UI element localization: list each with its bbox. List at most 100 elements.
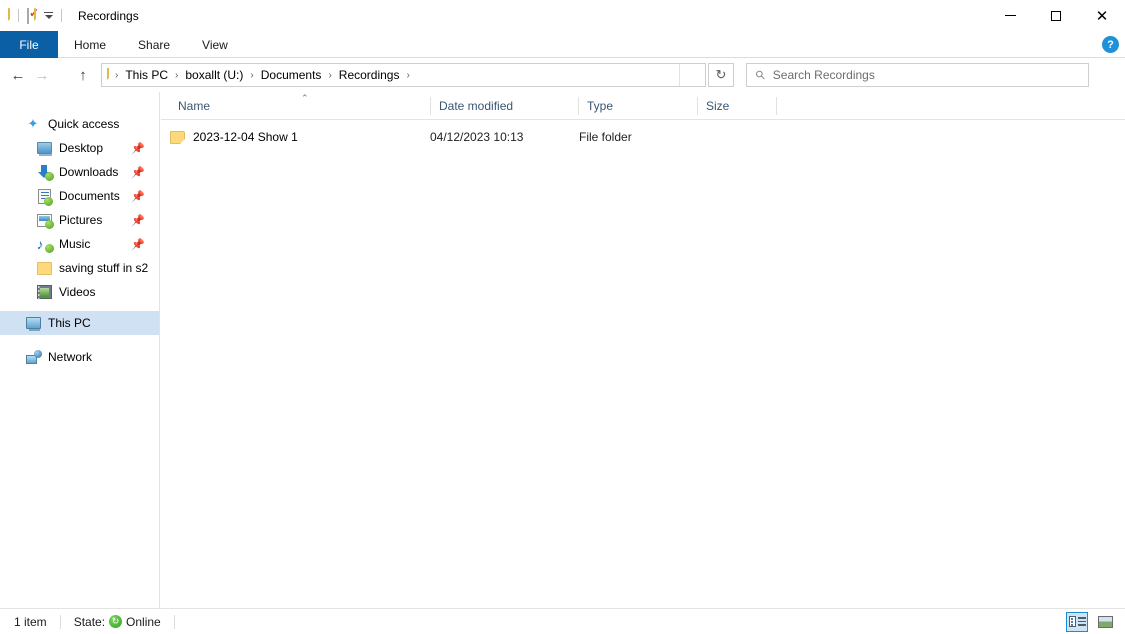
- pin-icon[interactable]: 📌: [131, 142, 145, 155]
- item-count-label: 1 item: [14, 615, 47, 629]
- search-box[interactable]: ⚲ Search Recordings: [746, 63, 1089, 87]
- toolbar-divider: [18, 9, 19, 22]
- view-buttons: [1066, 612, 1116, 632]
- close-button[interactable]: ✕: [1079, 0, 1125, 31]
- sidebar-item-quick-access[interactable]: ✦ Quick access: [0, 112, 159, 136]
- navigation-pane: ✦ Quick access Desktop 📌 Downloads 📌 Doc…: [0, 92, 160, 608]
- quick-access-toolbar: Recordings: [0, 9, 139, 23]
- sidebar-item-pictures[interactable]: Pictures 📌: [0, 208, 159, 232]
- sidebar-item-videos[interactable]: Videos: [0, 280, 159, 304]
- large-icons-view-icon: [1098, 616, 1113, 628]
- sidebar-item-label: Quick access: [48, 117, 119, 131]
- breadcrumb-item-recordings[interactable]: Recordings: [336, 68, 403, 82]
- sidebar-item-network[interactable]: Network: [0, 345, 159, 369]
- network-icon: [25, 349, 41, 365]
- sidebar-item-label: Pictures: [59, 213, 102, 227]
- column-header-size[interactable]: Size: [697, 92, 776, 119]
- toolbar-divider-2: [61, 9, 62, 22]
- file-type-cell: File folder: [579, 130, 632, 144]
- breadcrumb-separator-0: ›: [111, 70, 122, 81]
- file-date-modified-cell: 04/12/2023 10:13: [430, 130, 523, 144]
- sidebar-item-label: Desktop: [59, 141, 103, 155]
- table-row[interactable]: 2023-12-04 Show 1 04/12/2023 10:13 File …: [161, 124, 1125, 150]
- folder-icon: [170, 131, 185, 144]
- sidebar-item-desktop[interactable]: Desktop 📌: [0, 136, 159, 160]
- search-icon: ⚲: [752, 67, 768, 83]
- new-folder-icon[interactable]: [34, 9, 36, 23]
- ribbon-tab-bar: File Home Share View ⱟ ?: [0, 31, 1125, 58]
- tab-file[interactable]: File: [0, 31, 58, 58]
- status-bar: 1 item State: ↻ Online: [0, 608, 1125, 634]
- forward-button[interactable]: →: [30, 63, 54, 87]
- this-pc-icon: [25, 315, 41, 331]
- status-divider-2: [174, 615, 175, 629]
- state-value: Online: [126, 615, 161, 629]
- refresh-button[interactable]: ↻: [708, 63, 734, 87]
- back-button[interactable]: ←: [6, 63, 30, 87]
- up-button[interactable]: ↑: [71, 63, 95, 87]
- recent-locations-chevron-down-icon[interactable]: ⱟ: [54, 63, 71, 87]
- sidebar-item-music[interactable]: ♪ Music 📌: [0, 232, 159, 256]
- details-view-button[interactable]: [1066, 612, 1088, 632]
- tab-home[interactable]: Home: [58, 31, 122, 58]
- address-toolbar: ← → ⱟ ↑ › This PC › boxallt (U:) › Docum…: [0, 58, 1125, 92]
- properties-icon[interactable]: [27, 9, 29, 23]
- window-controls: ✕: [987, 0, 1125, 31]
- sidebar-item-documents[interactable]: Documents 📌: [0, 184, 159, 208]
- address-dropdown-chevron-down-icon[interactable]: ⱟ: [679, 64, 705, 86]
- file-name-cell[interactable]: 2023-12-04 Show 1: [170, 130, 298, 144]
- folder-icon: [36, 260, 52, 276]
- sidebar-item-label: saving stuff in s2: [59, 261, 148, 275]
- tab-view[interactable]: View: [186, 31, 244, 58]
- title-bar: Recordings ✕: [0, 0, 1125, 31]
- customize-quick-access-icon[interactable]: [43, 12, 53, 20]
- sidebar-item-downloads[interactable]: Downloads 📌: [0, 160, 159, 184]
- videos-icon: [36, 284, 52, 300]
- breadcrumb-item-boxallt-u[interactable]: boxallt (U:): [182, 68, 246, 82]
- sync-online-icon: ↻: [109, 615, 122, 628]
- music-icon: ♪: [36, 236, 52, 252]
- folder-icon[interactable]: [8, 9, 10, 23]
- address-folder-icon: [107, 68, 109, 82]
- pin-icon[interactable]: 📌: [131, 166, 145, 179]
- file-list-pane: Name ⌃ Date modified Type Size 2023-12-0…: [161, 92, 1125, 608]
- pin-icon[interactable]: 📌: [131, 214, 145, 227]
- ribbon-right-controls: ⱟ ?: [1092, 31, 1119, 58]
- pictures-icon: [36, 212, 52, 228]
- column-header-name[interactable]: Name ⌃: [169, 92, 430, 119]
- search-input[interactable]: Search Recordings: [773, 68, 875, 82]
- sidebar-item-this-pc[interactable]: This PC: [0, 311, 159, 335]
- breadcrumb-separator-3[interactable]: ›: [324, 70, 335, 81]
- desktop-icon: [36, 140, 52, 156]
- minimize-button[interactable]: [987, 0, 1033, 31]
- breadcrumb-item-documents[interactable]: Documents: [258, 68, 325, 82]
- pin-icon[interactable]: 📌: [131, 238, 145, 251]
- help-icon[interactable]: ?: [1102, 36, 1119, 53]
- details-view-icon: [1069, 616, 1086, 627]
- sidebar-item-saving-stuff-in-s2[interactable]: saving stuff in s2: [0, 256, 159, 280]
- pin-icon[interactable]: 📌: [131, 190, 145, 203]
- sort-ascending-icon: ⌃: [301, 93, 309, 104]
- state-label: State:: [74, 615, 105, 629]
- breadcrumb-separator-4[interactable]: ›: [402, 70, 413, 81]
- breadcrumb-item-this-pc[interactable]: This PC: [122, 68, 171, 82]
- file-explorer-window: Recordings ✕ File Home Share View ⱟ ? ← …: [0, 0, 1125, 634]
- status-divider: [60, 615, 61, 629]
- large-icons-view-button[interactable]: [1094, 612, 1116, 632]
- breadcrumb-separator-2[interactable]: ›: [246, 70, 257, 81]
- documents-icon: [36, 188, 52, 204]
- column-header-date-modified[interactable]: Date modified: [430, 92, 578, 119]
- address-bar[interactable]: › This PC › boxallt (U:) › Documents › R…: [101, 63, 706, 87]
- column-header-type[interactable]: Type: [578, 92, 697, 119]
- breadcrumb-separator-1[interactable]: ›: [171, 70, 182, 81]
- column-header-row: Name ⌃ Date modified Type Size: [161, 92, 1125, 120]
- sidebar-item-label: Videos: [59, 285, 95, 299]
- downloads-icon: [36, 164, 52, 180]
- maximize-button[interactable]: [1033, 0, 1079, 31]
- sidebar-item-label: Downloads: [59, 165, 118, 179]
- sidebar-item-label: This PC: [48, 316, 91, 330]
- column-divider-4[interactable]: [776, 97, 777, 115]
- file-name-label: 2023-12-04 Show 1: [193, 130, 298, 144]
- sidebar-item-label: Music: [59, 237, 90, 251]
- tab-share[interactable]: Share: [122, 31, 186, 58]
